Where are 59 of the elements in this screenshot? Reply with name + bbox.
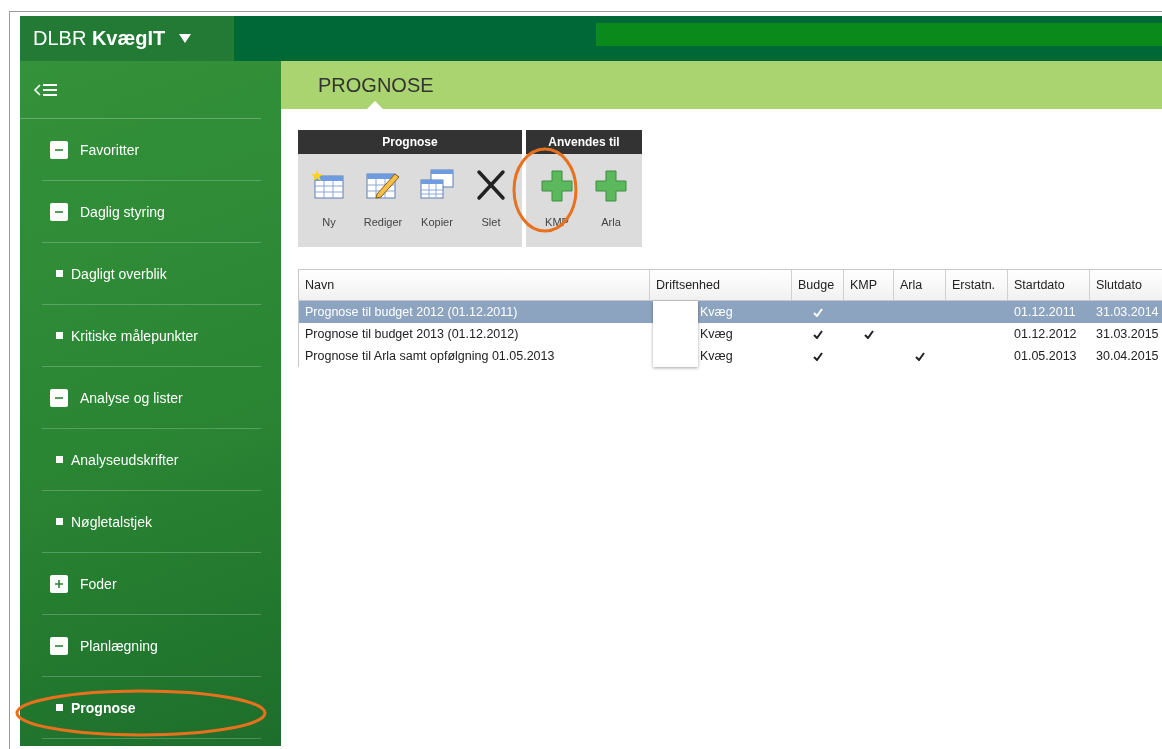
toolbar-button[interactable]: Slet [464,154,518,228]
page-title: PROGNOSE [318,73,434,97]
bullet-icon [56,704,63,711]
pointer-notch [367,101,383,109]
table-cell-text: 01.12.2012 [1013,327,1078,341]
bullet-icon [56,332,63,339]
bullet-icon [56,518,63,525]
new-table-icon [311,168,347,202]
sidebar-item[interactable]: Prognose [71,699,136,716]
plus-icon [593,168,629,202]
sidebar-item[interactable]: Dagligt overblik [71,265,167,282]
column-header[interactable]: Slutdato [1090,270,1162,300]
plus-icon [539,168,575,202]
sidebar-item[interactable]: Favoritter [80,141,140,158]
app-brand: DLBR KvægIT [33,27,166,50]
column-header[interactable]: Startdato [1008,270,1090,300]
bullet-icon [56,456,63,463]
sidebar-item[interactable]: Daglig styring [80,203,165,220]
toolbar-button[interactable]: Rediger [356,154,410,228]
sidebar-item[interactable]: Foder [80,575,117,592]
table-cell-text: Kvæg [699,327,734,341]
column-header[interactable]: KMP [844,270,894,300]
toolbar-button[interactable]: Kopier [410,154,464,228]
column-header[interactable]: Navn [299,270,650,300]
toolbar-button[interactable]: Arla [584,154,638,228]
table-cell-text: 31.03.2015 [1095,327,1160,341]
sidebar-item[interactable]: Analyseudskrifter [71,451,179,468]
table-cell-text: 01.05.2013 [1013,349,1078,363]
table-row[interactable]: Prognose til Arla samt opfølgning 01.05.2013 Kvæg 01.05.2013 30.04.2015 [299,345,1162,367]
collapse-icon[interactable] [50,202,68,221]
toolbar-group-title: Prognose [298,130,522,154]
expand-icon[interactable] [50,574,68,593]
redaction-box [653,301,698,367]
toolbar-group-title: Anvendes til [526,130,642,154]
table-cell-text: Prognose til budget 2013 (01.12.2012) [304,327,520,341]
sidebar-item[interactable]: Kritiske målepunkter [71,327,198,344]
table-cell-text: Prognose til Arla samt opfølgning 01.05.2013 [304,349,556,363]
table-cell-text: 31.03.2014 [1095,305,1160,319]
collapse-icon[interactable] [50,140,68,159]
table-cell-text: 30.04.2015 [1095,349,1160,363]
column-header[interactable]: Budge [792,270,844,300]
table-cell-text: 01.12.2011 [1013,305,1077,319]
table-cell-text: Prognose til budget 2012 (01.12.2011) [304,305,519,319]
copy-table-icon [419,168,455,202]
collapse-menu-icon[interactable] [33,82,59,97]
sidebar-item[interactable]: Nøgletalstjek [71,513,152,530]
column-header[interactable]: Driftsenhed [650,270,792,300]
table-cell-text: Kvæg [699,349,734,363]
dropdown-caret-icon[interactable] [179,34,192,43]
collapse-icon[interactable] [50,388,68,407]
collapse-icon[interactable] [50,636,68,655]
sidebar-item[interactable]: Planlægning [80,637,158,654]
column-header[interactable]: Erstatn. [946,270,1008,300]
table-cell-text: Kvæg [699,305,734,319]
column-header[interactable]: Arla [894,270,946,300]
table-row[interactable]: Prognose til budget 2013 (01.12.2012) Kvæg 01.12.2012 31.03.2015 [299,323,1162,345]
toolbar-button[interactable]: Ny [302,154,356,228]
bullet-icon [56,270,63,277]
sidebar-item[interactable]: Analyse og lister [80,389,183,406]
